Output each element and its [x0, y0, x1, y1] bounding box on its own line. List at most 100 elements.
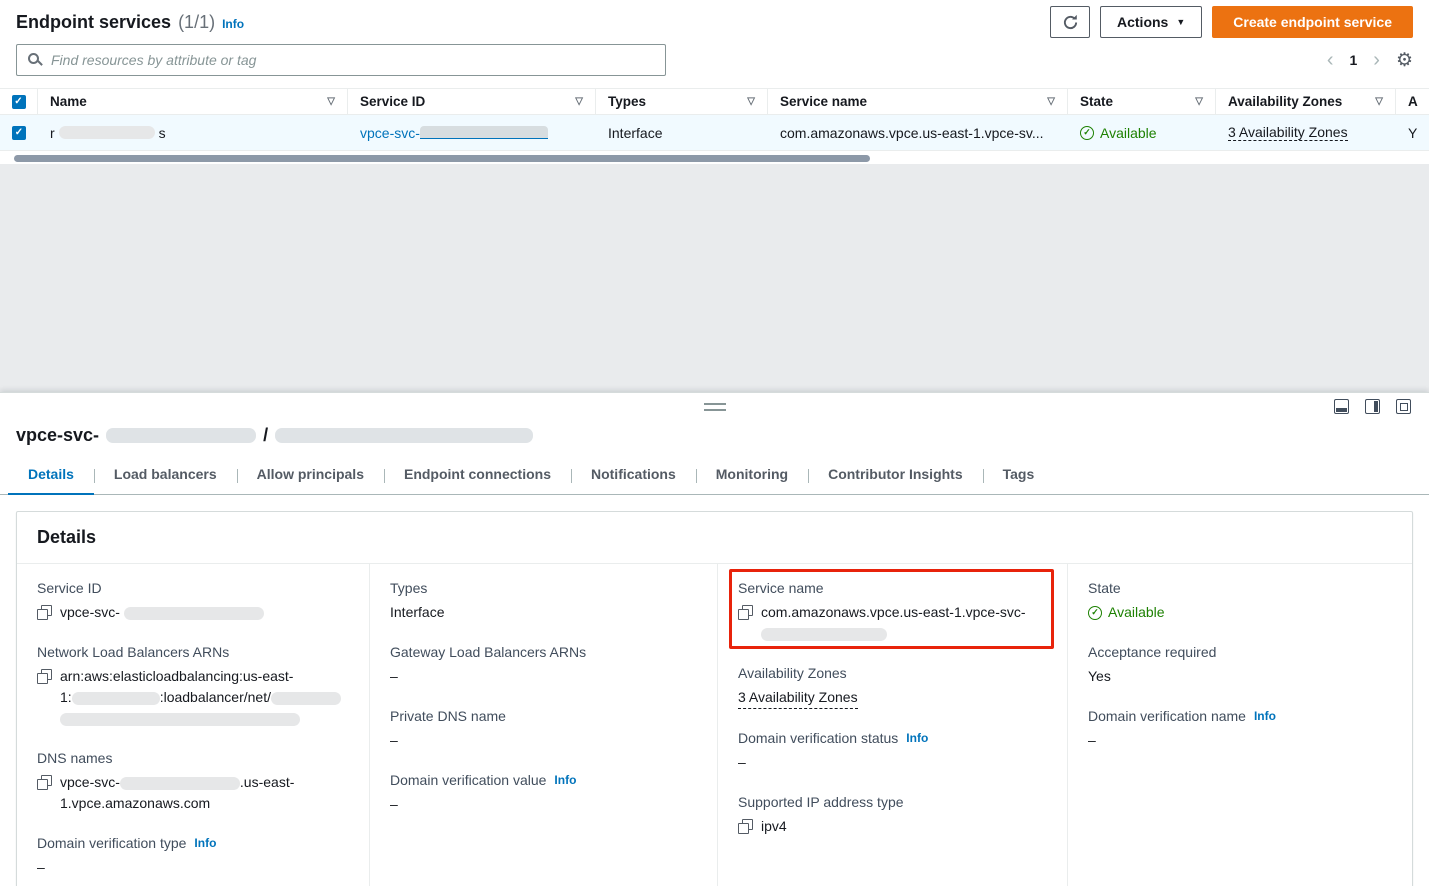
field-state: State Available	[1088, 580, 1392, 623]
tab-monitoring[interactable]: Monitoring	[696, 456, 808, 494]
cell-service-id: vpce-svc-	[348, 115, 596, 150]
refresh-button[interactable]	[1050, 6, 1090, 38]
availability-zones-link[interactable]: 3 Availability Zones	[1228, 124, 1348, 141]
select-all-checkbox[interactable]	[12, 95, 26, 109]
filter-icon[interactable]: ▽	[747, 96, 755, 107]
available-check-icon	[1080, 126, 1094, 140]
details-column-2: Types Interface Gateway Load Balancers A…	[369, 564, 717, 886]
scrollbar-thumb[interactable]	[14, 155, 870, 162]
filter-icon[interactable]: ▽	[1047, 96, 1055, 107]
refresh-icon	[1062, 14, 1079, 31]
copy-icon[interactable]	[37, 775, 52, 790]
actions-button-label: Actions	[1117, 14, 1168, 30]
header-checkbox-cell	[0, 89, 38, 114]
chevron-down-icon: ▼	[1176, 17, 1185, 27]
availability-zones-link[interactable]: 3 Availability Zones	[738, 687, 858, 709]
info-link[interactable]: Info	[222, 17, 244, 31]
state-badge: Available	[1100, 125, 1157, 141]
page-title: Endpoint services	[16, 12, 171, 33]
field-acceptance-required: Acceptance required Yes	[1088, 644, 1392, 687]
filter-icon[interactable]: ▽	[1375, 96, 1383, 107]
row-checkbox-cell	[0, 115, 38, 150]
tab-allow-principals[interactable]: Allow principals	[237, 456, 384, 494]
column-header-service-id[interactable]: Service ID ▽	[348, 89, 596, 114]
split-panel-drag-handle[interactable]	[704, 403, 726, 411]
cell-acceptance: Y	[1396, 115, 1429, 150]
details-card-body: Service ID vpce-svc- Network Load Balanc…	[17, 564, 1412, 886]
table-row[interactable]: r s vpce-svc- Interface com.amazonaws.vp…	[0, 115, 1429, 151]
details-column-4: State Available Acceptance required Yes	[1067, 564, 1412, 886]
service-id-link[interactable]: vpce-svc-	[360, 125, 420, 141]
redacted-text	[275, 428, 533, 443]
field-supported-ip-address-type: Supported IP address type ipv4	[738, 794, 1047, 837]
panel-position-side-icon[interactable]	[1365, 399, 1380, 414]
column-header-types[interactable]: Types ▽	[596, 89, 768, 114]
tab-details[interactable]: Details	[8, 456, 94, 495]
column-header-availability-zones[interactable]: Availability Zones ▽	[1216, 89, 1396, 114]
panel-position-bottom-icon[interactable]	[1334, 399, 1349, 414]
filter-icon[interactable]: ▽	[327, 96, 335, 107]
column-header-state[interactable]: State ▽	[1068, 89, 1216, 114]
filter-icon[interactable]: ▽	[1195, 96, 1203, 107]
redacted-text	[72, 692, 160, 705]
copy-icon[interactable]	[37, 669, 52, 684]
info-link[interactable]: Info	[194, 836, 216, 850]
available-check-icon	[1088, 606, 1102, 620]
info-link[interactable]: Info	[554, 773, 576, 787]
tab-tags[interactable]: Tags	[983, 456, 1055, 494]
search-wrap	[16, 44, 666, 76]
info-link[interactable]: Info	[1254, 709, 1276, 723]
background-area	[0, 164, 1429, 392]
details-card-heading: Details	[17, 512, 1412, 564]
prev-page-icon[interactable]: ‹	[1327, 50, 1334, 70]
field-glb-arns: Gateway Load Balancers ARNs –	[390, 644, 697, 687]
cell-service-name: com.amazonaws.vpce.us-east-1.vpce-sv...	[768, 115, 1068, 150]
horizontal-scrollbar[interactable]	[14, 153, 1415, 164]
column-header-name[interactable]: Name ▽	[38, 89, 348, 114]
field-domain-verification-name: Domain verification name Info –	[1088, 708, 1392, 751]
actions-button[interactable]: Actions ▼	[1100, 6, 1202, 38]
cell-state: Available	[1068, 115, 1216, 150]
field-dns-names: DNS names vpce-svc-.us-east- 1.vpce.amaz…	[37, 750, 349, 814]
page-header: Endpoint services (1/1) Info Actions ▼ C…	[0, 0, 1429, 42]
copy-icon[interactable]	[738, 605, 753, 620]
cell-name: r s	[38, 115, 348, 150]
panel-layout-icons	[1334, 399, 1411, 414]
info-link[interactable]: Info	[906, 731, 928, 745]
column-header-service-name[interactable]: Service name ▽	[768, 89, 1068, 114]
next-page-icon[interactable]: ›	[1373, 50, 1380, 70]
split-panel-bar	[0, 393, 1429, 421]
page-count: (1/1)	[178, 12, 215, 33]
tab-notifications[interactable]: Notifications	[571, 456, 696, 494]
redacted-text	[106, 428, 256, 443]
current-page[interactable]: 1	[1349, 52, 1357, 68]
pagination: ‹ 1 › ⚙	[1327, 50, 1413, 70]
panel-tabs: Details Load balancers Allow principals …	[0, 456, 1429, 495]
redacted-text	[420, 126, 548, 139]
field-domain-verification-status: Domain verification status Info –	[738, 730, 1047, 773]
column-header-acceptance[interactable]: A	[1396, 89, 1429, 114]
field-nlb-arns: Network Load Balancers ARNs arn:aws:elas…	[37, 644, 349, 729]
search-icon	[28, 53, 39, 64]
row-checkbox[interactable]	[12, 126, 26, 140]
tab-contributor-insights[interactable]: Contributor Insights	[808, 456, 983, 494]
redacted-text	[120, 777, 240, 790]
create-endpoint-service-button[interactable]: Create endpoint service	[1212, 6, 1413, 38]
tab-endpoint-connections[interactable]: Endpoint connections	[384, 456, 571, 494]
field-availability-zones: Availability Zones 3 Availability Zones	[738, 665, 1047, 709]
panel-maximize-icon[interactable]	[1396, 399, 1411, 414]
settings-gear-icon[interactable]: ⚙	[1396, 51, 1413, 70]
field-types: Types Interface	[390, 580, 697, 623]
copy-icon[interactable]	[738, 819, 753, 834]
tab-load-balancers[interactable]: Load balancers	[94, 456, 237, 494]
filter-icon[interactable]: ▽	[575, 96, 583, 107]
details-card: Details Service ID vpce-svc-	[16, 511, 1413, 886]
copy-icon[interactable]	[37, 605, 52, 620]
header-actions: Actions ▼ Create endpoint service	[1050, 6, 1413, 38]
details-column-1: Service ID vpce-svc- Network Load Balanc…	[17, 564, 369, 886]
field-private-dns-name: Private DNS name –	[390, 708, 697, 751]
search-input[interactable]	[16, 44, 666, 76]
table-toolbar: ‹ 1 › ⚙	[0, 42, 1429, 88]
split-panel: vpce-svc- / Details Load balancers Allow…	[0, 392, 1429, 886]
table-section: Endpoint services (1/1) Info Actions ▼ C…	[0, 0, 1429, 164]
